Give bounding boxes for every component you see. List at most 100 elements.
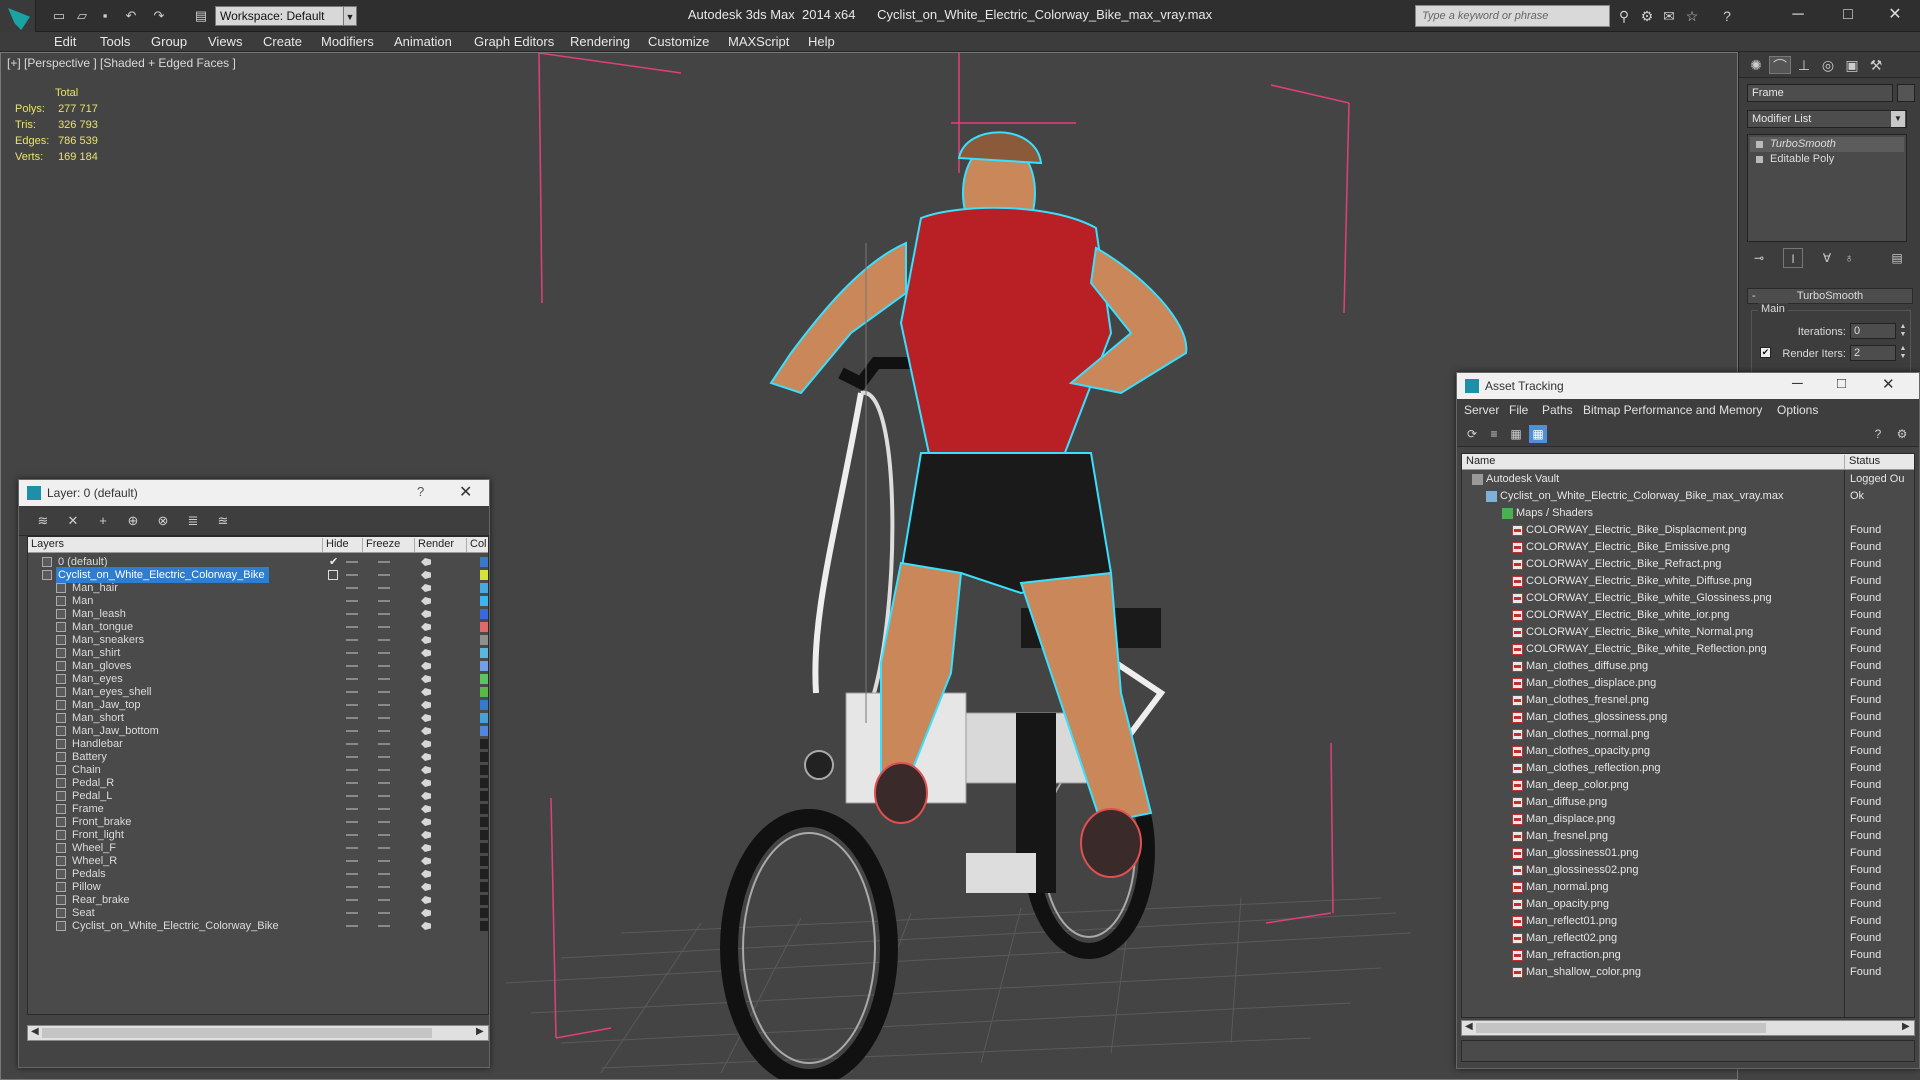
freeze-toggle[interactable] — [378, 561, 390, 563]
layer-color-swatch[interactable] — [480, 661, 488, 671]
asset-row[interactable]: COLORWAY_Electric_Bike_white_ior.png Foun… — [1462, 607, 1914, 624]
search-input[interactable]: Type a keyword or phrase — [1415, 5, 1610, 27]
column-freeze[interactable]: Freeze — [362, 538, 400, 552]
menu-graph-editors[interactable]: Graph Editors — [474, 34, 554, 49]
asset-row[interactable]: COLORWAY_Electric_Bike_Emissive.png Found — [1462, 539, 1914, 556]
column-status[interactable]: Status — [1844, 455, 1880, 469]
binoculars-icon[interactable]: ⚲ — [1615, 7, 1633, 25]
asset-row[interactable]: Man_clothes_opacity.png Found — [1462, 743, 1914, 760]
hide-toggle[interactable] — [346, 925, 358, 927]
asset-row[interactable]: Cyclist_on_White_Electric_Colorway_Bike_… — [1462, 488, 1914, 505]
asset-row[interactable]: Man_glossiness01.png Found — [1462, 845, 1914, 862]
layer-color-swatch[interactable] — [480, 609, 488, 619]
render-teapot-icon[interactable] — [421, 883, 431, 891]
hide-toggle[interactable] — [346, 613, 358, 615]
scroll-right-icon[interactable]: ▶ — [476, 1026, 484, 1037]
create-tab-icon[interactable]: ✺ — [1745, 56, 1767, 74]
freeze-toggle[interactable] — [378, 652, 390, 654]
asset-row[interactable]: COLORWAY_Electric_Bike_white_Diffuse.png… — [1462, 573, 1914, 590]
close-icon[interactable]: ✕ — [1882, 375, 1895, 393]
asset-path-field[interactable] — [1461, 1040, 1915, 1062]
collapse-icon[interactable]: - — [1752, 289, 1756, 303]
hide-toggle[interactable] — [346, 652, 358, 654]
asset-menu-file[interactable]: File — [1509, 403, 1528, 417]
menu-modifiers[interactable]: Modifiers — [321, 34, 374, 49]
workspace-select[interactable]: Workspace: Default — [215, 6, 355, 26]
layer-color-swatch[interactable] — [480, 804, 488, 814]
asset-menu-paths[interactable]: Paths — [1542, 403, 1573, 417]
vault-help-icon[interactable]: ? — [1869, 425, 1887, 443]
undo-icon[interactable]: ↶ — [122, 7, 140, 25]
asset-row[interactable]: Autodesk Vault Logged Ou — [1462, 471, 1914, 488]
asset-row[interactable]: Man_clothes_glossiness.png Found — [1462, 709, 1914, 726]
freeze-toggle[interactable] — [378, 795, 390, 797]
asset-row[interactable]: COLORWAY_Electric_Bike_Refract.png Found — [1462, 556, 1914, 573]
hide-toggle[interactable] — [346, 730, 358, 732]
render-teapot-icon[interactable] — [421, 779, 431, 787]
asset-row[interactable]: Man_deep_color.png Found — [1462, 777, 1914, 794]
asset-row[interactable]: Man_reflect01.png Found — [1462, 913, 1914, 930]
hide-toggle[interactable] — [346, 587, 358, 589]
object-name-field[interactable]: Frame — [1747, 84, 1893, 102]
menu-customize[interactable]: Customize — [648, 34, 709, 49]
motion-tab-icon[interactable]: ◎ — [1817, 56, 1839, 74]
add-layer-icon[interactable]: + — [93, 512, 113, 530]
layer-dialog-titlebar[interactable]: Layer: 0 (default) ? ✕ — [19, 480, 489, 506]
render-teapot-icon[interactable] — [421, 675, 431, 683]
freeze-toggle[interactable] — [378, 912, 390, 914]
hide-toggle[interactable] — [346, 639, 358, 641]
menu-help[interactable]: Help — [808, 34, 835, 49]
render-teapot-icon[interactable] — [421, 584, 431, 592]
open-file-icon[interactable]: ▱ — [73, 7, 91, 25]
render-teapot-icon[interactable] — [421, 558, 431, 566]
select-objects-icon[interactable]: ⊗ — [153, 512, 173, 530]
render-teapot-icon[interactable] — [421, 844, 431, 852]
maximize-icon[interactable]: □ — [1837, 375, 1846, 392]
layer-color-swatch[interactable] — [480, 895, 488, 905]
freeze-toggle[interactable] — [378, 886, 390, 888]
menu-maxscript[interactable]: MAXScript — [728, 34, 789, 49]
highlight-layer-icon[interactable]: ≣ — [183, 512, 203, 530]
render-teapot-icon[interactable] — [421, 818, 431, 826]
help-icon[interactable]: ? — [1718, 7, 1736, 25]
layer-color-swatch[interactable] — [480, 869, 488, 879]
hide-toggle[interactable] — [346, 626, 358, 628]
layer-color-swatch[interactable] — [480, 700, 488, 710]
render-teapot-icon[interactable] — [421, 753, 431, 761]
freeze-toggle[interactable] — [378, 821, 390, 823]
menu-views[interactable]: Views — [208, 34, 242, 49]
layer-color-swatch[interactable] — [480, 570, 488, 580]
refresh-icon[interactable]: ⟳ — [1463, 425, 1481, 443]
layer-color-swatch[interactable] — [480, 726, 488, 736]
spinner-arrows-icon[interactable]: ▲ ▼ — [1898, 345, 1908, 361]
freeze-toggle[interactable] — [378, 574, 390, 576]
column-layers[interactable]: Layers — [28, 538, 64, 552]
freeze-toggle[interactable] — [378, 587, 390, 589]
freeze-toggle[interactable] — [378, 639, 390, 641]
configure-sets-icon[interactable]: ▤ — [1887, 248, 1907, 268]
render-teapot-icon[interactable] — [421, 909, 431, 917]
asset-row[interactable]: COLORWAY_Electric_Bike_Displacment.png Fo… — [1462, 522, 1914, 539]
close-icon[interactable]: ✕ — [1872, 2, 1918, 28]
layer-color-swatch[interactable] — [480, 648, 488, 658]
viewport-label[interactable]: [+] [Perspective ] [Shaded + Edged Faces… — [7, 56, 236, 70]
add-selection-icon[interactable]: ⊕ — [123, 512, 143, 530]
scroll-right-icon[interactable]: ▶ — [1902, 1021, 1910, 1032]
hide-toggle[interactable] — [346, 665, 358, 667]
asset-horizontal-scrollbar[interactable]: ◀ ▶ — [1461, 1020, 1915, 1036]
asset-row[interactable]: Man_clothes_fresnel.png Found — [1462, 692, 1914, 709]
menu-group[interactable]: Group — [151, 34, 187, 49]
render-teapot-icon[interactable] — [421, 623, 431, 631]
hide-toggle[interactable] — [346, 574, 358, 576]
scrollbar-thumb[interactable] — [1476, 1023, 1766, 1033]
layer-color-swatch[interactable] — [480, 739, 488, 749]
freeze-toggle[interactable] — [378, 834, 390, 836]
scrollbar-thumb[interactable] — [42, 1028, 432, 1038]
asset-menu-options[interactable]: Options — [1777, 403, 1818, 417]
freeze-toggle[interactable] — [378, 626, 390, 628]
thumbnail-view-icon[interactable]: ▦ — [1507, 425, 1525, 443]
asset-row[interactable]: Man_diffuse.png Found — [1462, 794, 1914, 811]
asset-row[interactable]: Man_clothes_diffuse.png Found — [1462, 658, 1914, 675]
layer-color-swatch[interactable] — [480, 908, 488, 918]
freeze-toggle[interactable] — [378, 756, 390, 758]
